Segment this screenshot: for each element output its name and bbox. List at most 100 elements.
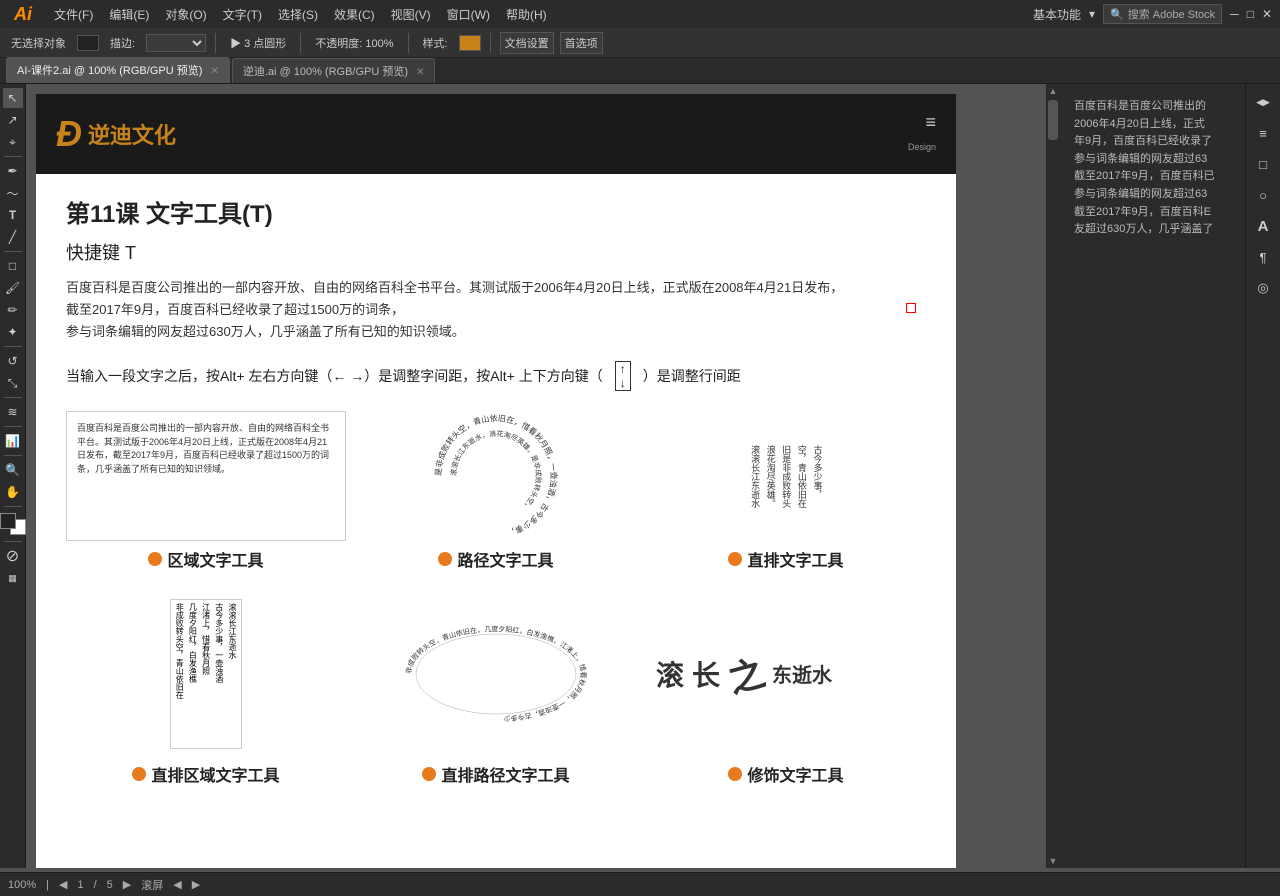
panel-paragraph-icon[interactable]: ¶ [1249,243,1277,271]
menu-edit[interactable]: 编辑(E) [109,6,149,23]
tool-sep2 [4,251,22,252]
scroll-down-arrow[interactable]: ▼ [1046,854,1060,868]
menu-window[interactable]: 窗口(W) [447,6,490,23]
decoration-label: 修饰文字工具 [728,762,843,786]
next-page-button[interactable]: ▶ [123,878,131,891]
demo-vertical-path: 非成败转头空，青山依旧在，几度夕阳红，白发渔樵，江渚上，惜看秋月照，一壶浊酒，古… [356,591,636,791]
pattern-icon[interactable]: ▦ [3,568,23,588]
panel-rect-icon[interactable]: □ [1249,150,1277,178]
arrow-up-down: ↑ ↓ [615,361,631,391]
demo-path-text: 是非成败转头空，青山依旧在，惜看秋月照，一壶浊酒，古今多少事， 滚滚长江东逝水，… [356,411,636,571]
panel-arrows-icon[interactable]: ◀▶ [1249,88,1277,116]
tab-nidi[interactable]: 逆迪.ai @ 100% (RGB/GPU 预览) ✕ [232,58,436,83]
warp-tool[interactable]: ≋ [3,402,23,422]
scroll-thumb[interactable] [1048,100,1058,140]
vertical-area-label: 直排区域文字工具 [132,762,279,786]
select-tool[interactable]: ↖ [3,88,23,108]
no-selection-label: 无选择对象 [6,32,71,54]
tool-sep6 [4,455,22,456]
tab-close-1[interactable]: ✕ [210,66,218,77]
style-swatch[interactable] [459,35,481,51]
prev-page-button[interactable]: ◀ [59,878,67,891]
menu-select[interactable]: 选择(S) [278,6,318,23]
scale-tool[interactable]: ⤡ [3,373,23,393]
doc-logo: Ð 逆迪文化 [56,113,176,155]
total-pages: 5 [107,879,113,891]
demo-vertical-text: 滚滚长江东逝水 浪花淘尽英雄。 旧是非成败转头 空，青山依旧在 古今多少事， 直… [646,411,926,571]
stock-search[interactable]: 🔍 搜索 Adobe Stock [1103,4,1222,24]
vertical-dot [728,552,742,566]
varea-dot [132,767,146,781]
menu-view[interactable]: 视图(V) [391,6,431,23]
right-panel-text: 百度百科是百度公司推出的 2006年4月20日上线，正式 年9月，百度百科已经收… [1066,90,1239,247]
stroke-none-icon[interactable]: ⊘ [3,546,23,566]
style-label: 样式: [418,32,453,54]
scroll-label: 滚屏 [141,877,163,893]
points-label: ▶ 3 点圆形 [225,32,291,54]
close-button[interactable]: ✕ [1262,7,1272,21]
color-swatches[interactable] [0,511,28,537]
rotate-tool[interactable]: ↺ [3,351,23,371]
scroll-prev[interactable]: ◀ [173,878,181,891]
minimize-button[interactable]: ─ [1230,7,1239,21]
shaper-tool[interactable]: ✦ [3,322,23,342]
menu-effect[interactable]: 效果(C) [334,6,375,23]
panel-text-icon[interactable]: A [1249,212,1277,240]
deco-char-2: 长 [692,654,720,694]
deco-dot [728,767,742,781]
workspace-label[interactable]: 基本功能 [1033,6,1081,23]
left-toolbar: ↖ ↗ ⌖ ✒ 〜 T ╱ □ 🖌 ✏ ✦ ↺ ⤡ ≋ 📊 🔍 ✋ ⊘ ▦ [0,84,26,868]
pencil-tool[interactable]: ✏ [3,300,23,320]
scroll-up-arrow[interactable]: ▲ [1046,84,1060,98]
doc-content: 第11课 文字工具(T) 快捷键 T 百度百科是百度公司推出的一部内容开放、自由… [36,174,956,811]
restore-button[interactable]: □ [1247,7,1254,21]
vpath-dot [422,767,436,781]
pen-tool[interactable]: ✒ [3,161,23,181]
tab-close-2[interactable]: ✕ [416,67,424,78]
zoom-level[interactable]: 100% [8,879,36,891]
panel-line-icon[interactable]: ≡ [1249,119,1277,147]
red-marker [906,303,916,313]
panel-circle-icon[interactable]: ○ [1249,181,1277,209]
status-sep: | [46,879,49,891]
menu-file[interactable]: 文件(F) [54,6,93,23]
doc-header: Ð 逆迪文化 ≡Design [36,94,956,174]
menu-help[interactable]: 帮助(H) [506,6,547,23]
path-text-label: 路径文字工具 [438,547,553,571]
stroke-color-swatch[interactable] [77,35,99,51]
panel-glyph-icon[interactable]: ◎ [1249,274,1277,302]
menu-text[interactable]: 文字(T) [223,6,262,23]
paintbrush-tool[interactable]: 🖌 [3,278,23,298]
curvature-tool[interactable]: 〜 [3,183,23,203]
vertical-text-content: 滚滚长江东逝水 浪花淘尽英雄。 旧是非成败转头 空，青山依旧在 古今多少事， [646,411,926,541]
stroke-dropdown[interactable] [146,34,206,52]
text-tool[interactable]: T [3,205,23,225]
logo-d-icon: Ð [56,113,82,155]
tabs-bar: AI-课件2.ai @ 100% (RGB/GPU 预览) ✕ 逆迪.ai @ … [0,58,1280,84]
preferences-button[interactable]: 首选项 [560,32,603,54]
lasso-tool[interactable]: ⌖ [3,132,23,152]
demo-area-text: 百度百科是百度公司推出的一部内容开放、自由的网络百科全书平台。其测试版于2006… [66,411,346,571]
tool-sep8 [4,541,22,542]
doc-settings-button[interactable]: 文档设置 [500,32,554,54]
fg-color-swatch[interactable] [0,513,16,529]
demo-grid: 百度百科是百度公司推出的一部内容开放、自由的网络百科全书平台。其测试版于2006… [66,411,926,571]
tool-sep3 [4,346,22,347]
tab-ai-course[interactable]: AI-课件2.ai @ 100% (RGB/GPU 预览) ✕ [6,57,230,83]
zoom-tool[interactable]: 🔍 [3,460,23,480]
instruction-text: 当输入一段文字之后，按Alt+ 左右方向键（← →）是调整字间距，按Alt+ 上… [66,361,926,391]
tool-sep1 [4,156,22,157]
menu-object[interactable]: 对象(O) [165,6,206,23]
scroll-next[interactable]: ▶ [192,878,200,891]
hand-tool[interactable]: ✋ [3,482,23,502]
top-menu-bar: Ai 文件(F) 编辑(E) 对象(O) 文字(T) 选择(S) 效果(C) 视… [0,0,1280,28]
vertical-path-content: 非成败转头空，青山依旧在，几度夕阳红，白发渔樵，江渚上，惜看秋月照，一壶浊酒，古… [356,591,636,756]
touch-tool[interactable]: ╱ [3,227,23,247]
rect-tool[interactable]: □ [3,256,23,276]
workspace-dropdown-icon[interactable]: ▾ [1089,7,1095,21]
hamburger-icon[interactable]: ≡Design [908,112,936,155]
direct-select-tool[interactable]: ↗ [3,110,23,130]
deco-char-3: 之 [722,644,770,704]
graph-tool[interactable]: 📊 [3,431,23,451]
vertical-scrollbar[interactable]: ▲ ▼ [1046,84,1060,868]
